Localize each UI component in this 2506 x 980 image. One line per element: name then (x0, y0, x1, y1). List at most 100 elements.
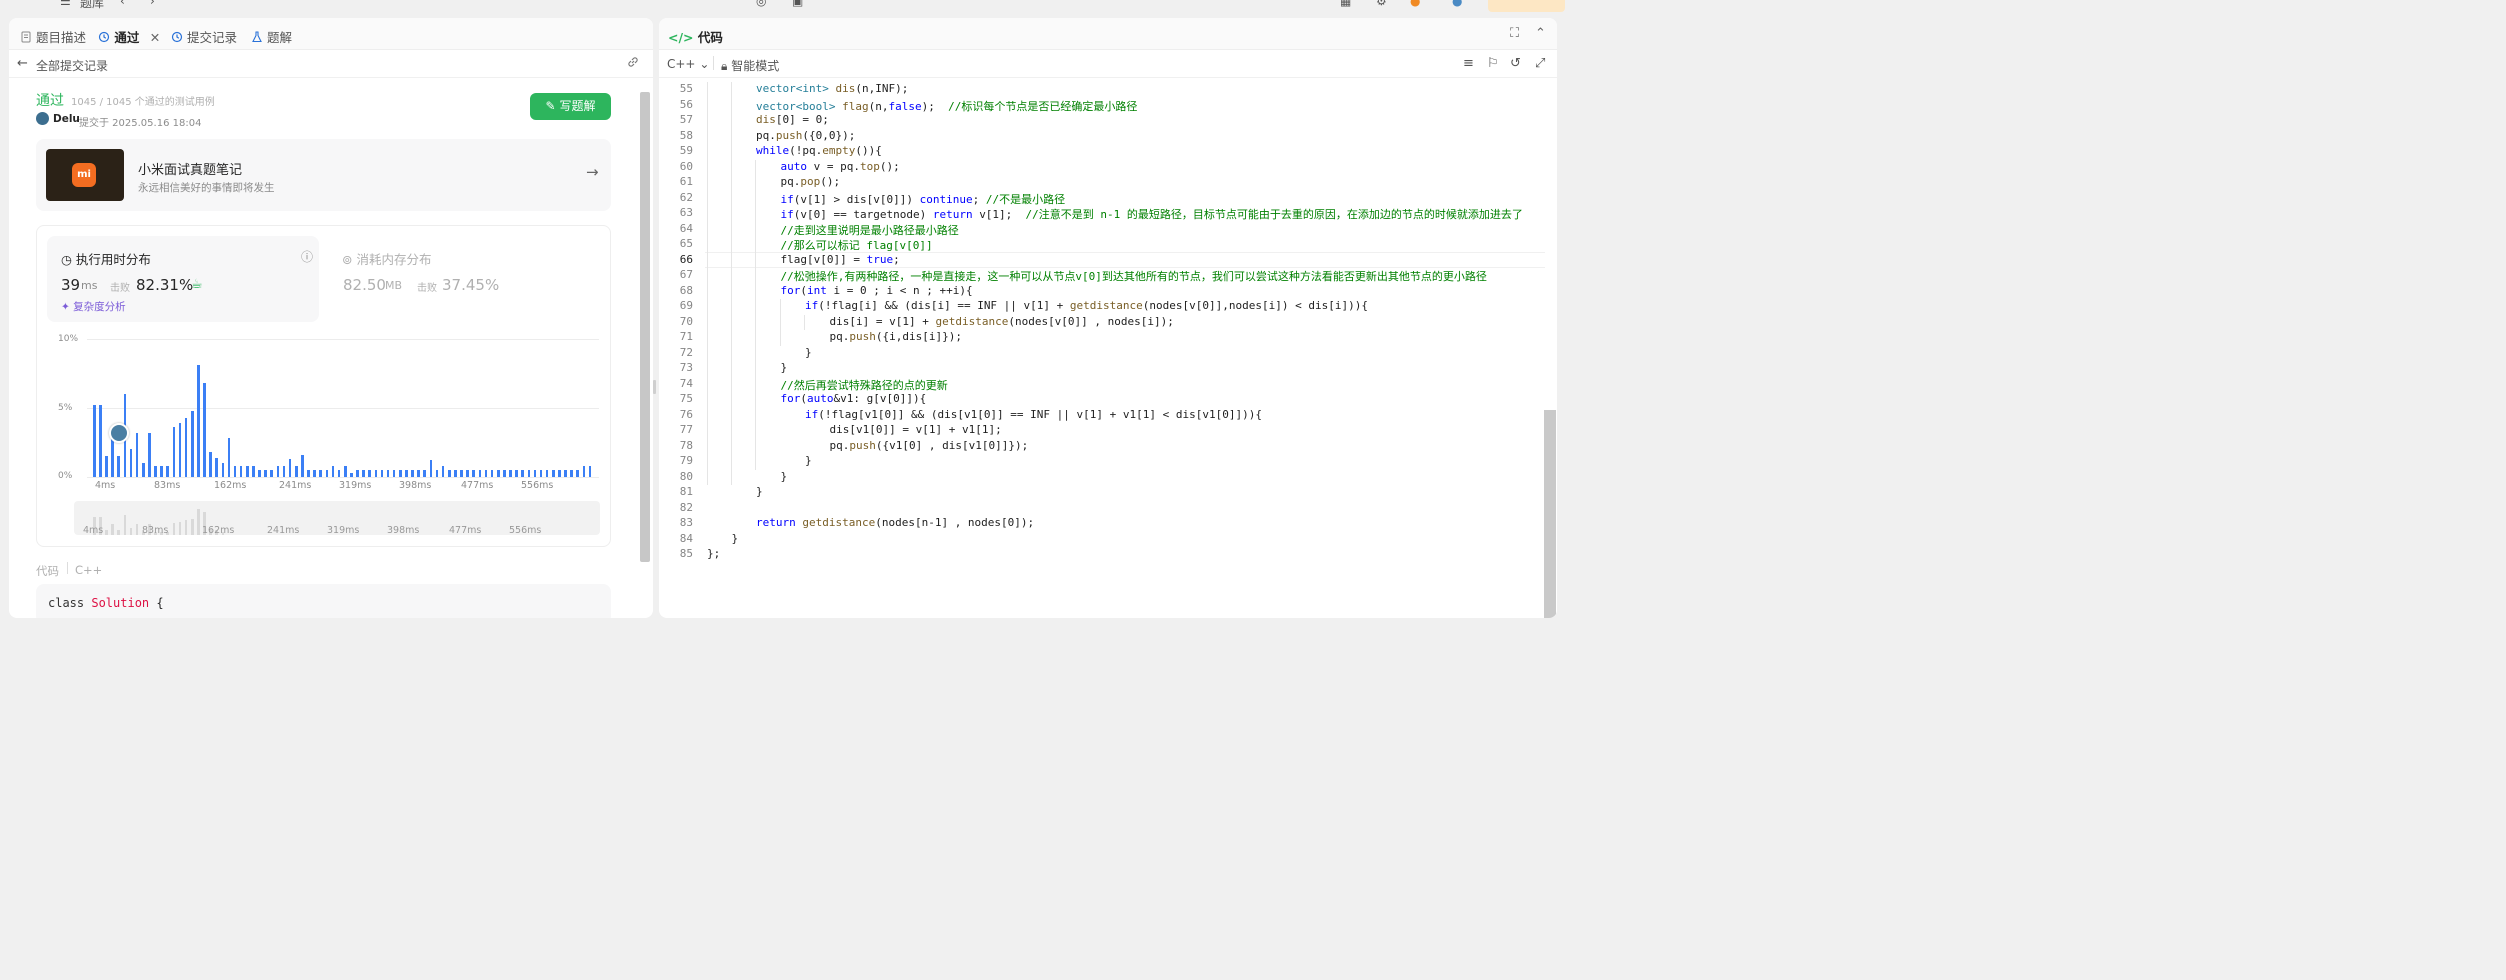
chart-bar[interactable] (337, 470, 341, 477)
chart-bar[interactable] (460, 470, 463, 477)
chart-bar[interactable] (276, 465, 280, 477)
chart-bar[interactable] (478, 470, 482, 477)
chart-bar[interactable] (392, 470, 396, 477)
my-submission-avatar-marker[interactable] (109, 423, 129, 443)
chart-bar[interactable] (552, 470, 555, 477)
chart-bar[interactable] (331, 465, 335, 477)
bars-area[interactable] (93, 339, 593, 477)
reset-icon[interactable]: ↺ (1510, 56, 1521, 71)
prev-arrow-icon[interactable]: ‹ (120, 0, 125, 8)
chart-bar[interactable] (319, 470, 323, 477)
left-scrollbar[interactable] (640, 92, 650, 562)
format-icon[interactable]: ≡ (1463, 56, 1474, 71)
chart-bar[interactable] (576, 470, 580, 477)
chart-bar[interactable] (533, 470, 537, 477)
chart-bar[interactable] (325, 470, 329, 477)
chart-bar[interactable] (386, 470, 390, 477)
range-brush[interactable]: 4ms 83ms 162ms 241ms 319ms 398ms 477ms 556ms (74, 501, 600, 536)
layout-icon[interactable]: ▦ (1340, 0, 1351, 8)
tab-code[interactable]: </> 代码 (668, 27, 723, 46)
plus-member-button[interactable] (1488, 0, 1565, 12)
chart-bar[interactable] (203, 383, 206, 477)
chart-bar[interactable] (343, 465, 347, 477)
code-editor[interactable]: 55 vector<int> dis(n,INF); 56 vector<bool> … (659, 78, 1557, 618)
chart-bar[interactable] (301, 454, 304, 477)
chart-bar[interactable] (588, 465, 592, 477)
chart-bar[interactable] (447, 470, 451, 477)
settings-icon[interactable]: ⚙ (1376, 0, 1387, 8)
chart-bar[interactable] (307, 470, 310, 477)
expand-icon[interactable]: ⤢ (1535, 56, 1545, 71)
chart-bar[interactable] (215, 457, 218, 477)
problem-list-title[interactable]: 题库 (80, 0, 104, 11)
chart-bar[interactable] (209, 452, 212, 477)
chart-bar[interactable] (564, 470, 567, 477)
chart-bar[interactable] (521, 470, 524, 477)
chart-bar[interactable] (221, 463, 225, 477)
chart-bar[interactable] (423, 470, 427, 477)
chart-bar[interactable] (270, 470, 274, 477)
problem-list-icon[interactable]: ☰ (60, 0, 71, 8)
chart-bar[interactable] (454, 470, 457, 477)
chart-bar[interactable] (294, 465, 298, 477)
chart-bar[interactable] (484, 470, 488, 477)
chart-bar[interactable] (527, 470, 531, 477)
chart-bar[interactable] (282, 465, 286, 477)
chart-bar[interactable] (515, 470, 518, 477)
chart-bar[interactable] (148, 432, 151, 477)
chart-bar[interactable] (399, 470, 402, 477)
bookmark-icon[interactable]: ⚐ (1487, 56, 1499, 71)
fullscreen-icon[interactable]: ⛶ (1510, 26, 1519, 41)
note-icon[interactable]: ▣ (792, 0, 803, 8)
chart-bar[interactable] (129, 449, 133, 477)
chart-bar[interactable] (558, 470, 561, 477)
chart-bar[interactable] (356, 470, 359, 477)
chart-bar[interactable] (417, 470, 420, 477)
chart-bar[interactable] (166, 465, 170, 477)
chart-bar[interactable] (374, 470, 378, 477)
chart-bar[interactable] (472, 470, 476, 477)
chart-bar[interactable] (105, 456, 108, 477)
next-arrow-icon[interactable]: › (150, 0, 155, 8)
debug-icon[interactable]: ◎ (756, 0, 766, 8)
chart-bar[interactable] (190, 410, 194, 477)
chart-bar[interactable] (197, 365, 200, 477)
chart-bar[interactable] (496, 470, 500, 477)
chart-bar[interactable] (368, 470, 371, 477)
chart-bar[interactable] (380, 470, 384, 477)
chart-bar[interactable] (441, 465, 445, 477)
chart-bar[interactable] (490, 470, 494, 477)
chart-bar[interactable] (93, 405, 96, 477)
chart-bar[interactable] (227, 438, 231, 477)
chart-bar[interactable] (239, 465, 243, 477)
editor-scrollbar[interactable] (1544, 410, 1556, 618)
chart-bar[interactable] (264, 470, 267, 477)
panel-splitter[interactable] (653, 380, 656, 394)
chart-bar[interactable] (435, 470, 439, 477)
chart-bar[interactable] (570, 470, 573, 477)
chart-bar[interactable] (135, 432, 139, 477)
avatar[interactable]: ● (1452, 0, 1462, 8)
chart-bar[interactable] (160, 465, 163, 477)
chart-bar[interactable] (411, 470, 414, 477)
chart-bar[interactable] (246, 465, 249, 477)
chart-bar[interactable] (288, 459, 292, 477)
chart-bar[interactable] (545, 470, 549, 477)
chart-bar[interactable] (184, 417, 188, 477)
chart-bar[interactable] (429, 460, 433, 477)
chart-bar[interactable] (509, 470, 512, 477)
chart-bar[interactable] (252, 465, 255, 477)
chart-bar[interactable] (362, 470, 365, 477)
chart-bar[interactable] (466, 470, 469, 477)
chart-bar[interactable] (350, 472, 353, 477)
chart-bar[interactable] (313, 470, 316, 477)
chart-bar[interactable] (233, 465, 237, 477)
chart-bar[interactable] (172, 427, 176, 477)
chart-bar[interactable] (154, 465, 157, 477)
streak-icon[interactable]: ● (1410, 0, 1420, 8)
chart-bar[interactable] (258, 470, 261, 477)
chart-bar[interactable] (582, 465, 586, 477)
chart-bar[interactable] (178, 423, 182, 477)
chart-bar[interactable] (503, 470, 506, 477)
chart-bar[interactable] (141, 463, 145, 477)
